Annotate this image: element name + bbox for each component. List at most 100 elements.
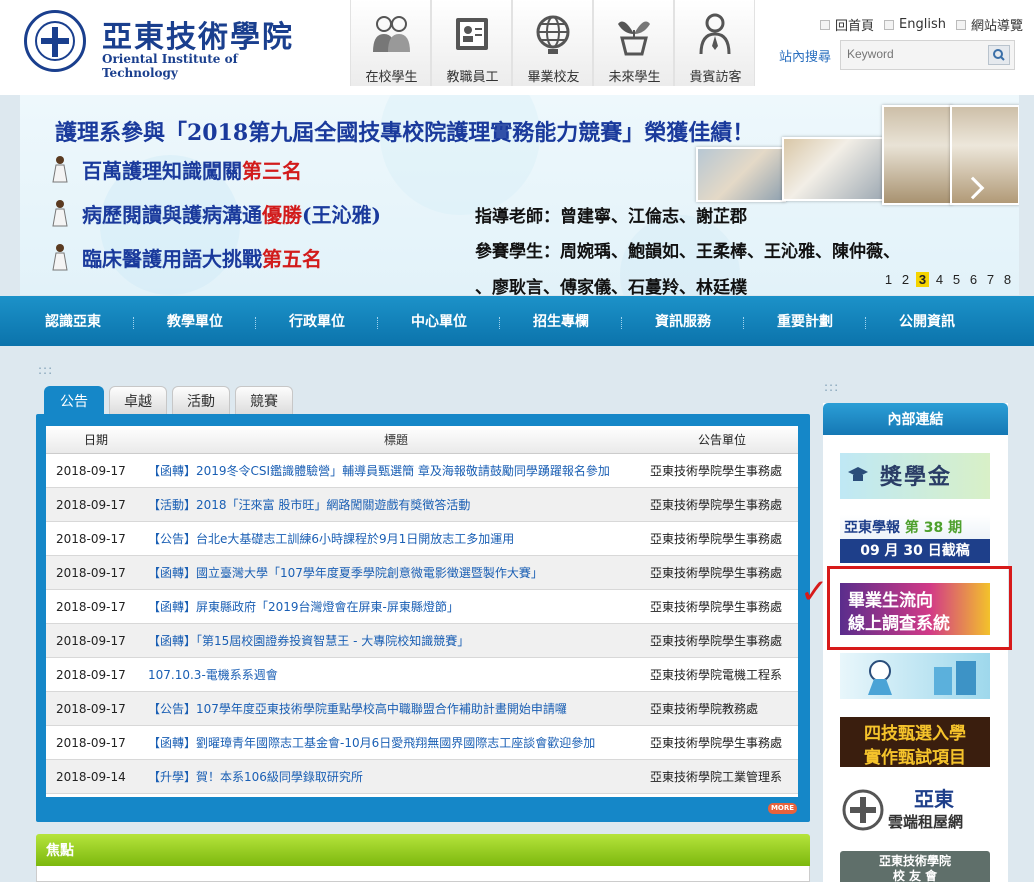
quick-link-students[interactable]: 在校學生 [350,0,431,86]
nurse-icon [52,156,68,183]
award-photo-2 [950,105,1019,205]
campus-illustration-banner[interactable] [840,653,990,699]
row-title[interactable]: 【公告】台北e大基礎志工訓練6小時課程於9月1日開放志工多加運用 [146,522,644,555]
language-icon [884,19,895,30]
table-row[interactable]: 2018-09-17 【活動】2018「汪來富 股市旺」網路闖關遊戲有獎徵答活動亞… [46,488,798,522]
nav-item-it-services[interactable]: 資訊服務 [622,296,744,346]
news-tabs: 公告 卓越 活動 競賽 [44,386,293,414]
rental-line-2: 雲端租屋網 [888,813,964,831]
group-photo-2 [782,137,890,201]
table-row[interactable]: 2018-09-17 【公告】台北e大基礎志工訓練6小時課程於9月1日開放志工多加… [46,522,798,556]
row-unit: 亞東技術學院學生事務處 [650,532,783,546]
scholarship-banner[interactable]: 獎學金 [840,453,990,499]
table-row[interactable]: 2018-09-17 【公告】107學年度亞東技術學院重點學校高中職聯盟合作補助計… [46,692,798,726]
row-date: 2018-09-17 [56,498,126,512]
row-date: 2018-09-17 [56,464,126,478]
row-title[interactable]: 107.10.3-電機系系週會 [146,658,644,691]
quick-link-label: 教職員工 [446,70,499,85]
nav-item-centers[interactable]: 中心單位 [378,296,500,346]
row-date: 2018-09-17 [56,566,126,580]
pager-item[interactable]: 7 [984,272,997,287]
banner-teachers: 指導老師：曾建寧、江倫志、謝芷郡 [475,207,747,227]
quick-link-future-students[interactable]: 未來學生 [593,0,674,86]
quick-link-alumni[interactable]: 畢業校友 [512,0,593,86]
school-name-en: Oriental Institute of Technology [102,52,238,80]
home-link[interactable]: 回首頁 [820,15,874,34]
row-title[interactable]: 【函轉】「第15屆校園證券投資智慧王 - 大專院校知識競賽」 [146,624,644,657]
table-row[interactable]: 2018-09-17 107.10.3-電機系系週會 亞東技術學院電機工程系 [46,658,798,692]
tab-activities[interactable]: 活動 [172,386,230,414]
news-rows: 2018-09-17 【函轉】2019冬令CSI鑑識體驗營」輔導員甄選簡 章及海報… [46,454,798,794]
pager-item[interactable]: 8 [1001,272,1014,287]
table-row[interactable]: 2018-09-17 【函轉】劉曜璋青年國際志工基金會-10月6日愛飛翔無國界國際… [46,726,798,760]
internal-links-title: 內部連結 [823,403,1008,435]
nav-item-admin-units[interactable]: 行政單位 [256,296,378,346]
search-button[interactable] [988,45,1010,65]
table-row[interactable]: 2018-09-17 【函轉】2019冬令CSI鑑識體驗營」輔導員甄選簡 章及海報… [46,454,798,488]
hero-banner[interactable]: 護理系參與「2018第九屆全國技專校院護理實務能力競賽」榮獲佳績！ 百萬護理知識… [20,95,1019,295]
row-unit: 亞東技術學院學生事務處 [650,464,783,478]
row-title[interactable]: 【活動】2018「汪來富 股市旺」網路闖關遊戲有獎徵答活動 [146,488,644,521]
table-row[interactable]: 2018-09-17 【函轉】屏東縣政府「2019台灣燈會在屏東-屏東縣燈節」 亞東… [46,590,798,624]
mascot-icon [868,660,892,695]
school-logo[interactable]: 亞東技術學院 Oriental Institute of Technology [24,8,314,80]
column-date: 日期 [83,433,108,447]
table-row[interactable]: 2018-09-17 【函轉】「第15屆校園證券投資智慧王 - 大專院校知識競賽」… [46,624,798,658]
row-title[interactable]: 【升學】賀！本系106級同學錄取研究所 [146,760,644,793]
visitor-icon [699,13,731,55]
focus-section: 焦點 [36,834,810,882]
row-unit: 亞東技術學院學生事務處 [650,498,783,512]
row-title[interactable]: 【函轉】國立臺灣大學「107學年度夏季學院創意微電影徵選暨製作大賽」 [146,556,644,589]
nav-item-key-projects[interactable]: 重要計劃 [744,296,866,346]
table-row[interactable]: 2018-09-17 【函轉】國立臺灣大學「107學年度夏季學院創意微電影徵選暨製… [46,556,798,590]
search-input[interactable] [847,47,987,61]
award-line-3: 臨床醫護用語大挑戰第五名 [82,247,322,271]
sitemap-link[interactable]: 網站導覽 [955,15,1023,34]
row-unit: 亞東技術學院學生事務處 [650,566,783,580]
row-title[interactable]: 【函轉】2019冬令CSI鑑識體驗營」輔導員甄選簡 章及海報敬請鼓勵同學踴躍報名… [146,454,644,487]
journal-deadline: 09 月 30 日截稿 [840,539,990,563]
row-date: 2018-09-17 [56,634,126,648]
home-icon [820,19,830,30]
award-line-1: 百萬護理知識闖關第三名 [82,159,302,183]
pager-item[interactable]: 2 [899,272,912,287]
school-name: 亞東技術學院 [102,20,294,55]
quick-link-staff[interactable]: 教職員工 [431,0,512,86]
rental-network-banner[interactable]: 亞東 雲端租屋網 [840,783,990,835]
row-unit: 亞東技術學院學生事務處 [650,634,783,648]
tab-announcements[interactable]: 公告 [44,386,104,414]
quick-link-visitors[interactable]: 貴賓訪客 [674,0,755,86]
row-title[interactable]: 【函轉】屏東縣政府「2019台灣燈會在屏東-屏東縣燈節」 [146,590,644,623]
banner-students-2: 、廖耿言、傅家儀、石蔓羚、林廷樸 [475,278,747,295]
pager-item-active[interactable]: 3 [916,272,929,287]
journal-banner[interactable]: 亞東學報 第 38 期 09 月 30 日截稿 [840,515,990,563]
scholarship-label: 獎學金 [880,465,953,490]
pager-item[interactable]: 5 [950,272,963,287]
nav-item-academic-units[interactable]: 教學單位 [134,296,256,346]
english-link[interactable]: English [884,15,946,34]
alumni-association-banner[interactable]: 亞東技術學院 校 友 會 [840,851,990,882]
pager-item[interactable]: 4 [933,272,946,287]
focus-title: 焦點 [36,834,810,866]
quick-link-label: 未來學生 [608,70,661,85]
site-header: 亞東技術學院 Oriental Institute of Technology … [0,0,1034,95]
tab-competitions[interactable]: 競賽 [235,386,293,414]
admission-line-1: 四技甄選入學 [864,724,966,744]
tab-excellence[interactable]: 卓越 [109,386,167,414]
pager-item[interactable]: 6 [967,272,980,287]
more-button[interactable]: MORE [768,803,797,814]
nav-item-public-info[interactable]: 公開資訊 [866,296,988,346]
table-row[interactable]: 2018-09-14 【升學】賀！本系106級同學錄取研究所 亞東技術學院工業管理系 [46,760,798,794]
nav-item-admissions[interactable]: 招生專欄 [500,296,622,346]
row-unit: 亞東技術學院電機工程系 [650,668,783,682]
globe-icon [536,15,570,54]
row-title[interactable]: 【函轉】劉曜璋青年國際志工基金會-10月6日愛飛翔無國界國際志工座談會歡迎參加 [146,726,644,759]
award-line-2: 病歷閱讀與護病溝通優勝(王沁雅) [82,203,381,227]
top-links: 回首頁 English 網站導覽 [820,15,1023,34]
news-panel: 日期 標題 公告單位 2018-09-17 【函轉】2019冬令CSI鑑識體驗營」… [36,414,810,822]
pager-item[interactable]: 1 [882,272,895,287]
nav-item-about[interactable]: 認識亞東 [12,296,134,346]
check-mark-icon: ✓ [800,572,829,612]
admission-test-banner[interactable]: 四技甄選入學 實作甄試項目 [840,717,990,767]
row-title[interactable]: 【公告】107學年度亞東技術學院重點學校高中職聯盟合作補助計畫開始申請囉 [146,692,644,725]
